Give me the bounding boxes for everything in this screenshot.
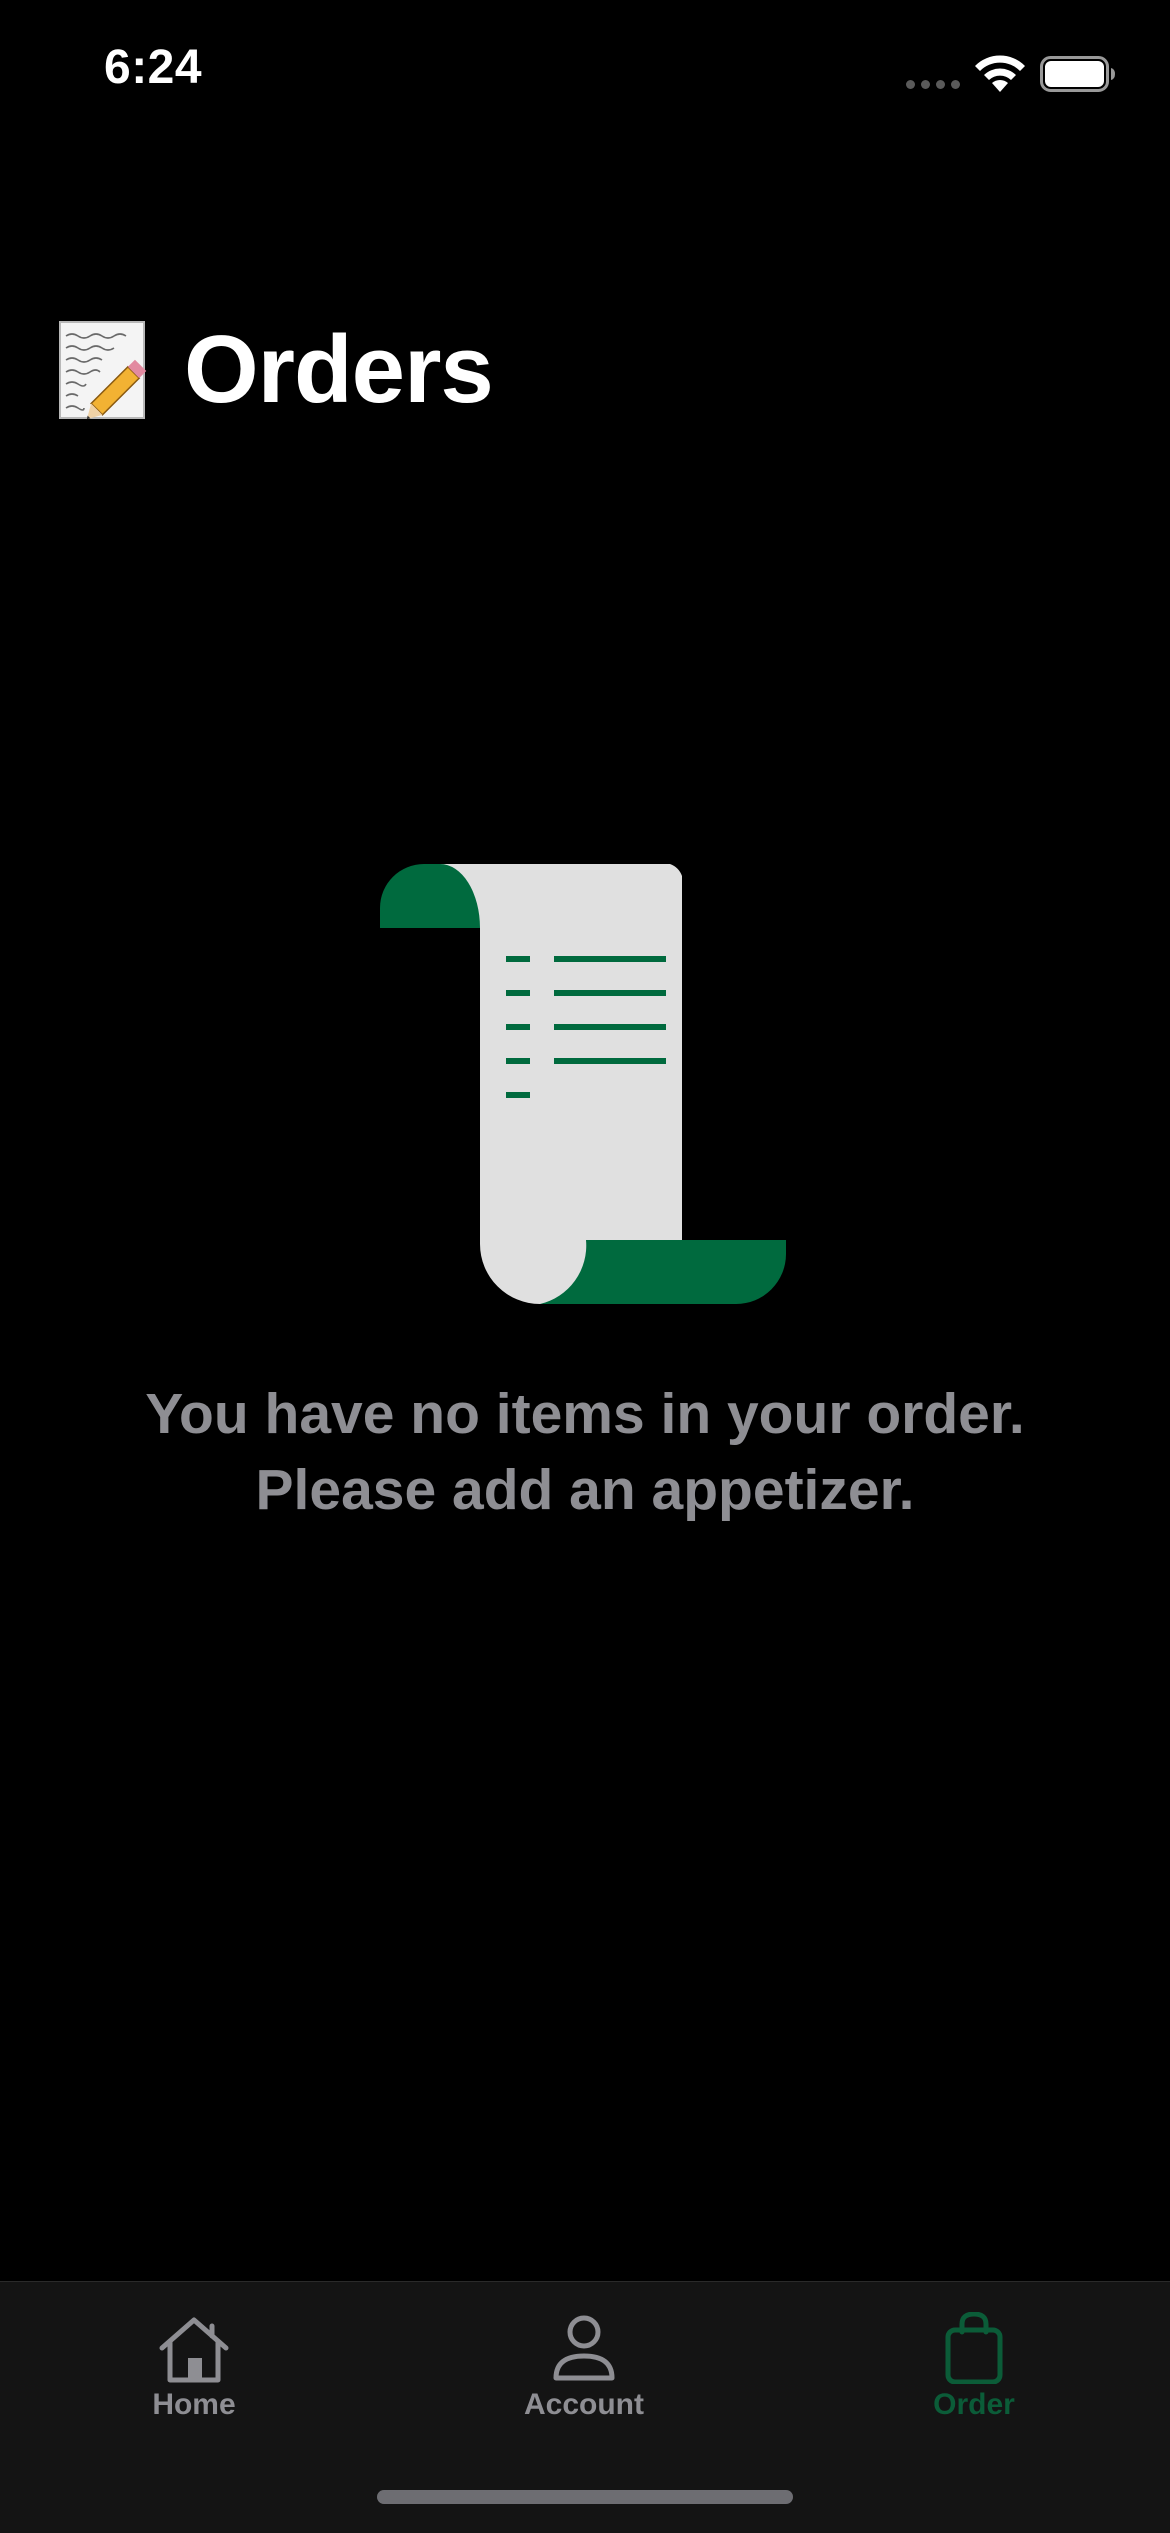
person-icon (553, 2315, 615, 2381)
tab-label: Home (152, 2388, 236, 2421)
tab-label: Account (524, 2388, 644, 2421)
tab-label: Order (933, 2388, 1015, 2421)
cellular-signal-icon (906, 80, 960, 89)
status-time: 6:24 (104, 41, 203, 94)
tab-home[interactable]: Home (84, 2312, 304, 2432)
bag-icon (945, 2312, 1003, 2384)
receipt-scroll-icon (380, 864, 786, 1304)
empty-state-line-1: You have no items in your order. (145, 1382, 1025, 1446)
house-icon (159, 2317, 229, 2383)
wifi-icon (975, 55, 1025, 92)
status-bar: 6:24 (0, 0, 1170, 150)
tab-order[interactable]: Order (864, 2312, 1084, 2432)
tab-account[interactable]: Account (474, 2312, 694, 2432)
empty-state-message: You have no items in your order. Please … (0, 1376, 1170, 1528)
memo-icon (58, 318, 150, 422)
empty-state-line-2: Please add an appetizer. (255, 1458, 915, 1522)
home-indicator[interactable] (377, 2490, 793, 2504)
page-header: Orders (58, 310, 494, 430)
page-title: Orders (184, 316, 494, 423)
battery-icon (1040, 56, 1115, 92)
